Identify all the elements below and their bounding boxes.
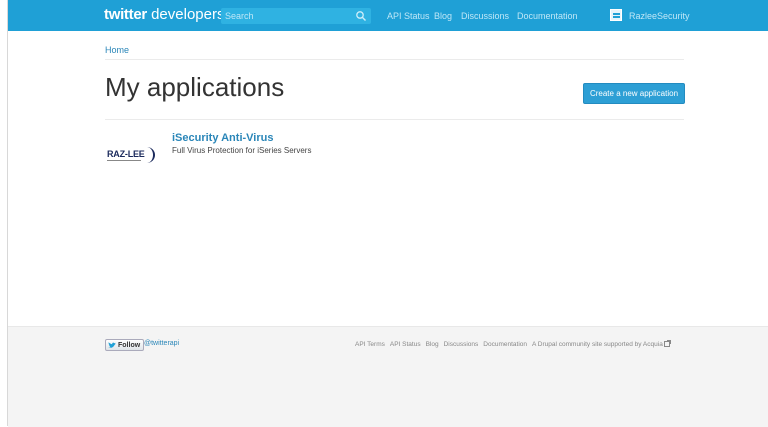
logo-developers-text: developers [151, 6, 225, 23]
top-bar: twitter developers API Status Blog Discu… [8, 0, 768, 31]
app-logo[interactable]: RAZ-LEE [107, 146, 155, 166]
create-new-application-button[interactable]: Create a new application [583, 83, 685, 104]
drupal-note-text: A Drupal community site supported by Acq… [532, 341, 663, 348]
footer-link-api-terms[interactable]: API Terms [355, 341, 385, 348]
app-logo-text: RAZ-LEE [107, 149, 145, 159]
nav-documentation[interactable]: Documentation [517, 11, 578, 21]
nav-discussions[interactable]: Discussions [461, 11, 509, 21]
follow-button[interactable]: Follow [105, 339, 145, 351]
nav-blog[interactable]: Blog [434, 11, 452, 21]
footer-link-blog[interactable]: Blog [426, 341, 439, 348]
page-title: My applications [105, 72, 285, 102]
footer-drupal-note[interactable]: A Drupal community site supported by Acq… [532, 340, 671, 348]
user-name: RazleeSecurity [629, 11, 690, 21]
external-link-icon [663, 340, 671, 348]
logo-twitter-text: twitter [104, 6, 147, 23]
breadcrumb-home[interactable]: Home [105, 45, 129, 55]
page-frame: twitter developers API Status Blog Discu… [7, 0, 768, 427]
footer-link-api-status[interactable]: API Status [390, 341, 421, 348]
footer-links: API Terms API Status Blog Discussions Do… [355, 340, 671, 348]
app-description: Full Virus Protection for iSeries Server… [172, 146, 312, 155]
twitterapi-handle-link[interactable]: @twitterapi [144, 340, 179, 347]
twitter-developers-logo[interactable]: twitter developers [104, 6, 224, 23]
search-icon[interactable] [355, 10, 367, 22]
divider [105, 59, 684, 60]
search-box [221, 8, 371, 24]
footer-link-discussions[interactable]: Discussions [444, 341, 479, 348]
nav-api-status[interactable]: API Status [387, 11, 430, 21]
follow-label: Follow [118, 341, 141, 349]
user-avatar-icon [610, 9, 622, 21]
app-name-link[interactable]: iSecurity Anti-Virus [172, 132, 273, 144]
footer: Follow @twitterapi API Terms API Status … [8, 326, 768, 427]
twitter-bird-icon [108, 341, 116, 348]
logo-underline [107, 160, 141, 161]
divider [105, 119, 684, 120]
footer-link-documentation[interactable]: Documentation [483, 341, 527, 348]
logo-swoosh-icon [143, 147, 155, 163]
search-input[interactable] [225, 9, 350, 23]
